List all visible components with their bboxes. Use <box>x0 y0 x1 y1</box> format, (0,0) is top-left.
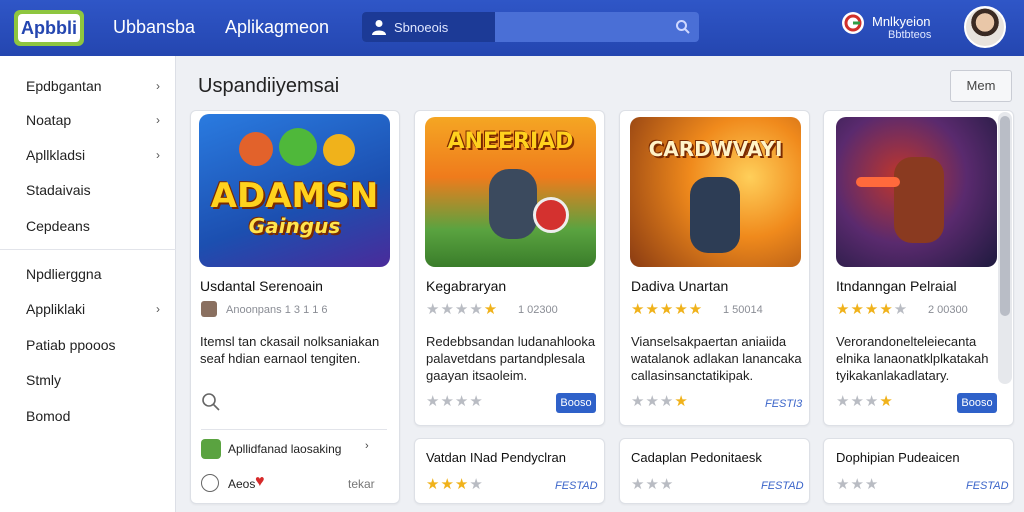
sidebar-item-appliklaki[interactable]: Appliklaki <box>26 301 85 317</box>
card-description: Itemsl tan ckasail nolksaniakan seaf hdi… <box>200 334 380 366</box>
card-description: Redebbsandan ludanahlooka palavetdans pa… <box>426 334 596 383</box>
thumbnail-subtitle: Gaingus <box>248 214 341 238</box>
nav-link-ubbansba[interactable]: Ubbansba <box>113 17 195 38</box>
thumbnail-title: ADAMSN <box>210 176 379 216</box>
developer-icon <box>201 301 217 317</box>
app-logo[interactable]: Apbbli <box>14 10 84 46</box>
chevron-right-icon: › <box>156 113 160 127</box>
card-title: Itndanngan Pelraial <box>836 278 957 294</box>
chevron-right-icon: › <box>156 302 160 316</box>
app-card[interactable]: ANEERIAD Kegabraryan ★★★★★ 1 02300 Redeb… <box>414 110 605 426</box>
radio-toggle[interactable] <box>201 474 219 492</box>
card-title: Kegabraryan <box>426 278 507 294</box>
chevron-right-icon: › <box>365 440 369 452</box>
status-badge[interactable]: Booso <box>957 393 997 413</box>
card-divider <box>201 429 387 430</box>
weapon-shape <box>856 177 900 187</box>
sidebar-item-epdbgantan[interactable]: Epdbgantan <box>26 78 102 94</box>
search-icon[interactable] <box>201 392 221 412</box>
star-rating: ★★★★ <box>426 393 484 410</box>
brand-icon <box>842 12 864 34</box>
card-title: Dophipian Pudeaicen <box>836 450 960 465</box>
page-title: Uspandiiyemsai <box>198 75 340 97</box>
status-badge[interactable]: Booso <box>556 393 596 413</box>
logo-text: Apbbli <box>18 14 80 42</box>
character-shape <box>489 169 537 239</box>
character-shape <box>323 134 355 166</box>
app-card[interactable]: CARDWVAYI Dadiva Unartan ★★★★★ 1 50014 V… <box>619 110 810 426</box>
character-shape <box>894 157 944 243</box>
user-icon <box>372 20 386 35</box>
sidebar-item-cepdeans[interactable]: Cepdeans <box>26 218 90 234</box>
search-icon[interactable] <box>675 19 691 35</box>
card-description: Verorandonelteleiecanta elnika lanaonatk… <box>836 334 989 383</box>
sidebar-item-stadaivais[interactable]: Stadaivais <box>26 182 91 198</box>
shield-shape <box>533 197 569 233</box>
heart-icon[interactable]: ♥ <box>255 473 265 491</box>
app-card[interactable]: ADAMSN Gaingus Usdantal Serenoain Anoonp… <box>190 110 400 504</box>
app-thumbnail[interactable] <box>836 117 997 267</box>
more-button[interactable]: Mem <box>950 70 1012 102</box>
sidebar: Epdbgantan › Noatap › Apllkladsi › Stada… <box>0 56 176 512</box>
card-title: Cadaplan Pedonitaesk <box>631 450 762 465</box>
brand-subtitle: Bbtbteos <box>888 29 932 41</box>
app-thumbnail[interactable]: ANEERIAD <box>425 117 596 267</box>
star-rating: ★★★★★ <box>631 301 704 318</box>
chevron-right-icon: › <box>156 148 160 162</box>
character-shape <box>279 128 317 166</box>
star-rating: ★★★★★ <box>836 301 909 318</box>
sidebar-item-bomod[interactable]: Bomod <box>26 408 70 424</box>
card-title: Usdantal Serenoain <box>200 278 323 294</box>
thumbnail-title: CARDWVAYI <box>648 137 783 161</box>
search-scope[interactable]: Sbnoeois <box>362 12 495 42</box>
app-card-mini[interactable]: Cadaplan Pedonitaesk ★★★ FESTAD <box>619 438 810 504</box>
app-thumbnail[interactable]: CARDWVAYI <box>630 117 801 267</box>
star-rating: ★★★ <box>836 476 880 493</box>
footer-label: Aeos <box>228 477 256 491</box>
search-bar[interactable]: Sbnoeois <box>362 12 699 42</box>
card-description: Vianselsakpaertan aniaiida watalanok adl… <box>631 334 802 383</box>
scrollbar[interactable] <box>998 112 1012 384</box>
app-card-mini[interactable]: Dophipian Pudeaicen ★★★ FESTAD <box>823 438 1014 504</box>
star-rating: ★★★★ <box>426 476 484 493</box>
search-label: Sbnoeois <box>394 20 449 35</box>
scrollbar-thumb[interactable] <box>1000 116 1010 316</box>
app-small-icon <box>201 439 221 459</box>
thumbnail-title: ANEERIAD <box>447 129 574 154</box>
developer-info: Anoonpans 1 3 1 1 6 <box>226 304 328 316</box>
avatar[interactable] <box>964 6 1006 48</box>
star-rating: ★★★★ <box>631 393 689 410</box>
rating-count: 2 00300 <box>928 304 968 316</box>
card-title: Vatdan INad Pendyclran <box>426 450 566 465</box>
footer-meta: tekar <box>348 477 375 491</box>
brand-name: Mnlkyeion <box>872 14 931 29</box>
sidebar-item-npdlierggna[interactable]: Npdlierggna <box>26 266 102 282</box>
rating-count: 1 50014 <box>723 304 763 316</box>
chevron-right-icon: › <box>156 79 160 93</box>
star-rating: ★★★★ <box>836 393 894 410</box>
star-rating: ★★★ <box>631 476 675 493</box>
sidebar-divider <box>0 249 176 250</box>
card-title: Dadiva Unartan <box>631 278 729 294</box>
app-thumbnail[interactable]: ADAMSN Gaingus <box>199 114 390 267</box>
character-shape <box>239 132 273 166</box>
rating-count: 1 02300 <box>518 304 558 316</box>
sidebar-item-noatap[interactable]: Noatap <box>26 112 71 128</box>
status-badge[interactable]: FESTAD <box>966 480 1009 492</box>
app-card-mini[interactable]: Vatdan INad Pendyclran ★★★★ FESTAD <box>414 438 605 504</box>
nav-link-aplikagmeon[interactable]: Aplikagmeon <box>225 17 329 38</box>
star-rating: ★★★★★ <box>426 301 499 318</box>
character-shape <box>690 177 740 253</box>
sidebar-item-patiab-ppooos[interactable]: Patiab ppooos <box>26 337 116 353</box>
top-header: Apbbli Ubbansba Aplikagmeon Sbnoeois Mnl… <box>0 0 1024 56</box>
sidebar-item-apllkladsi[interactable]: Apllkladsi <box>26 147 85 163</box>
status-badge[interactable]: FESTAD <box>761 480 804 492</box>
app-card[interactable]: Itndanngan Pelraial ★★★★★ 2 00300 Verora… <box>823 110 1014 426</box>
status-badge[interactable]: FESTAD <box>555 480 598 492</box>
related-app-link[interactable]: Apllidfanad laosaking <box>228 442 341 456</box>
status-badge[interactable]: FESTI3 <box>765 398 802 410</box>
sidebar-item-stmly[interactable]: Stmly <box>26 372 61 388</box>
